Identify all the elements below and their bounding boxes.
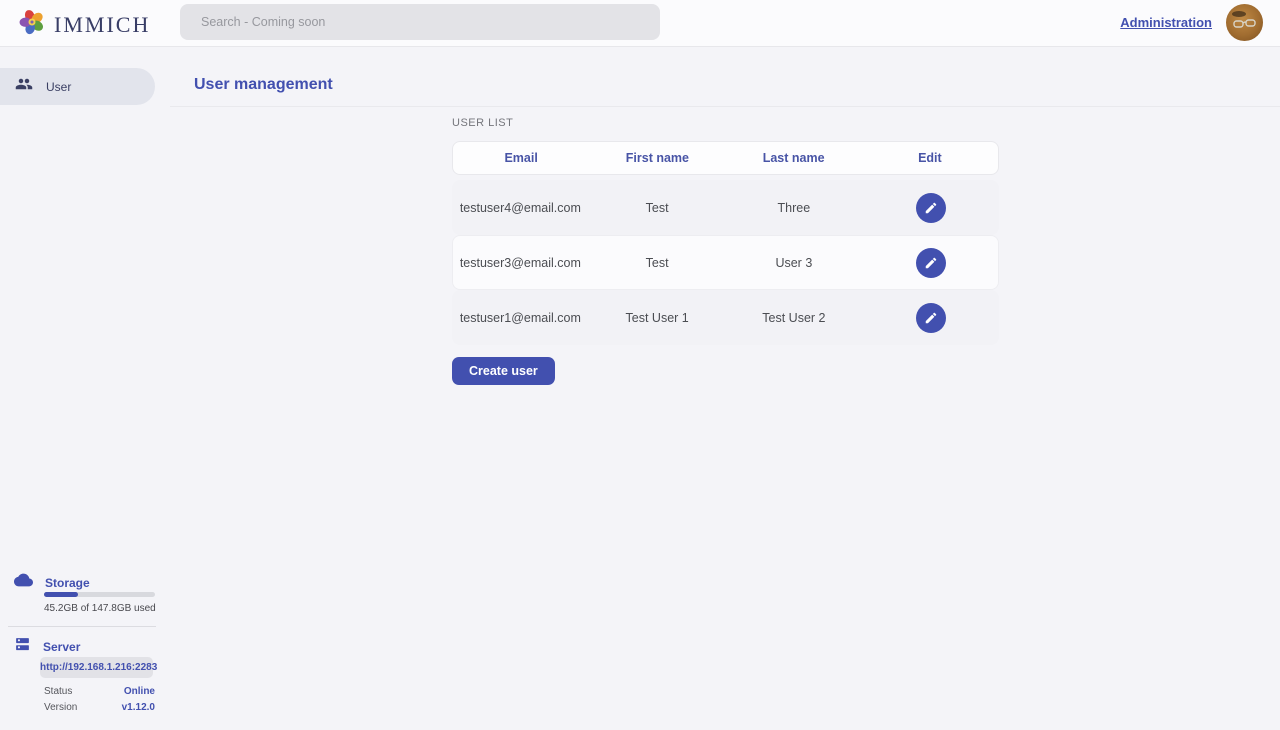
storage-progress-fill	[44, 592, 78, 597]
administration-link[interactable]: Administration	[1120, 15, 1212, 30]
table-row: testuser4@email.com Test Three	[452, 180, 999, 235]
user-avatar[interactable]	[1226, 4, 1263, 41]
edit-user-button[interactable]	[916, 248, 946, 278]
cell-first-name: Test User 1	[589, 311, 726, 325]
storage-progress-track	[44, 592, 155, 597]
cloud-icon	[14, 573, 33, 592]
glasses-photo-icon	[1232, 10, 1258, 36]
pencil-icon	[924, 201, 938, 215]
cell-last-name: User 3	[726, 256, 863, 270]
status-label: Status	[44, 686, 72, 697]
cell-last-name: Test User 2	[726, 311, 863, 325]
column-header-first-name: First name	[589, 151, 725, 165]
cell-last-name: Three	[726, 201, 863, 215]
table-row: testuser1@email.com Test User 1 Test Use…	[452, 290, 999, 345]
table-row: testuser3@email.com Test User 3	[452, 235, 999, 290]
version-value: v1.12.0	[122, 702, 155, 713]
column-header-last-name: Last name	[726, 151, 862, 165]
sidebar-divider	[8, 626, 156, 627]
create-user-button[interactable]: Create user	[452, 357, 555, 385]
cell-email: testuser4@email.com	[452, 201, 589, 215]
search-input[interactable]	[180, 4, 660, 40]
column-header-edit: Edit	[862, 151, 998, 165]
user-table-header: Email First name Last name Edit	[452, 141, 999, 175]
storage-usage-text: 45.2GB of 147.8GB used	[44, 603, 156, 614]
server-widget-header: Server	[14, 636, 80, 658]
cell-email: testuser1@email.com	[452, 311, 589, 325]
server-icon	[14, 636, 31, 658]
cell-first-name: Test	[589, 201, 726, 215]
user-table: testuser4@email.com Test Three testuser3…	[452, 180, 999, 345]
users-icon	[15, 75, 33, 98]
edit-user-button[interactable]	[916, 303, 946, 333]
logo-wordmark: IMMICH	[54, 12, 150, 38]
user-list-label: USER LIST	[452, 117, 513, 129]
version-label: Version	[44, 702, 77, 713]
pencil-icon	[924, 311, 938, 325]
server-version-row: Version v1.12.0	[44, 702, 155, 713]
server-title: Server	[43, 640, 80, 654]
storage-title: Storage	[45, 576, 90, 590]
page-title: User management	[194, 76, 333, 94]
pencil-icon	[924, 256, 938, 270]
cell-first-name: Test	[589, 256, 726, 270]
content-divider	[170, 106, 1280, 107]
edit-user-button[interactable]	[916, 193, 946, 223]
immich-logo: IMMICH	[18, 8, 150, 41]
sidebar-item-user-label: User	[46, 80, 71, 94]
status-value: Online	[124, 686, 155, 697]
top-header: IMMICH Administration	[0, 0, 1280, 47]
column-header-email: Email	[453, 151, 589, 165]
server-status-row: Status Online	[44, 686, 155, 697]
sidebar-item-user[interactable]: User	[0, 68, 155, 105]
immich-flower-icon	[18, 8, 46, 41]
cell-email: testuser3@email.com	[452, 256, 589, 270]
server-url-badge: http://192.168.1.216:2283	[40, 657, 153, 678]
storage-widget-header: Storage	[14, 573, 90, 592]
